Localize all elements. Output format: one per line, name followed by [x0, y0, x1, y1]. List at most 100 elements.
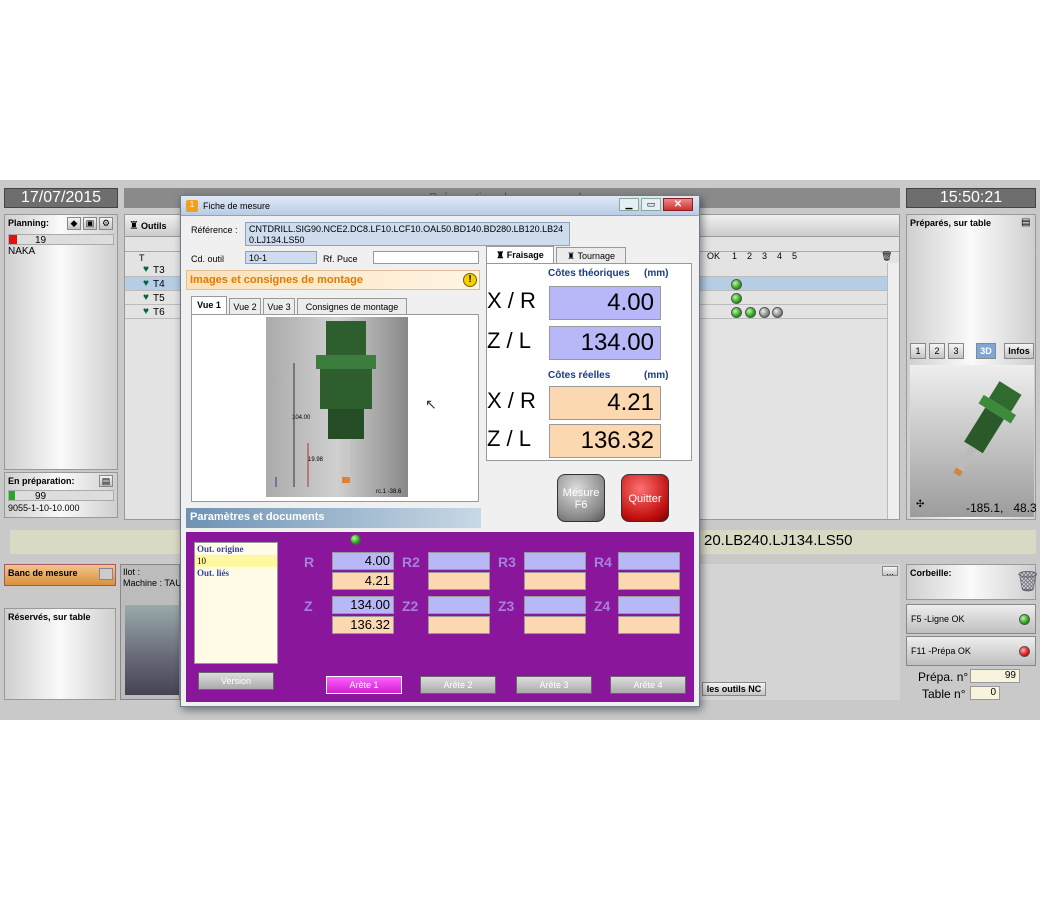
z-theo-value[interactable]: 134.00 — [332, 596, 394, 614]
dialog-title: Fiche de mesure — [203, 201, 271, 211]
tab-arete-1[interactable]: Arête 1 — [326, 676, 402, 694]
z4-theo-value[interactable] — [618, 596, 680, 614]
minimize-button[interactable]: ▁ — [619, 198, 639, 211]
cd-outil-field[interactable]: 10-1 — [245, 251, 317, 264]
view-2-button[interactable]: 2 — [929, 343, 945, 359]
r4-label: R4 — [594, 554, 612, 570]
dialog-titlebar[interactable]: 1 Fiche de mesure ▁ ▭ ✕ — [181, 196, 699, 216]
outils-nc-button[interactable]: les outils NC — [702, 682, 766, 696]
trash-bin-icon[interactable]: 🗑 — [1015, 569, 1040, 594]
status-red-dot — [1019, 646, 1030, 657]
view-buttons: 1 2 3 3D Infos — [910, 343, 1034, 361]
tab-vue-2[interactable]: Vue 2 — [229, 298, 261, 314]
tab-arete-4[interactable]: Arête 4 — [610, 676, 686, 694]
list-item[interactable]: Out. origine — [195, 543, 277, 555]
status-red-icon — [9, 235, 17, 244]
close-button[interactable]: ✕ — [663, 198, 693, 211]
col-1: 1 — [732, 251, 738, 261]
prepa-label: Prépa. n° — [918, 670, 969, 684]
z3-theo-value[interactable] — [524, 596, 586, 614]
tab-arete-3[interactable]: Arête 3 — [516, 676, 592, 694]
rf-puce-field[interactable] — [373, 251, 479, 264]
banc-de-mesure-tab[interactable]: Banc de mesure — [4, 564, 116, 586]
quitter-button[interactable]: Quitter — [621, 474, 669, 522]
prepa-value: 99 — [970, 669, 1020, 683]
r4-reel-value[interactable] — [618, 572, 680, 590]
more-button[interactable]: ... — [882, 566, 898, 577]
r2-theo-value[interactable] — [428, 552, 490, 570]
list-item[interactable]: 10 — [195, 555, 277, 567]
r2-reel-value[interactable] — [428, 572, 490, 590]
planning-print-icon[interactable]: ▣ — [83, 217, 97, 230]
corner-label: rc.1 -38.6 — [376, 489, 402, 495]
app-icon: 1 — [186, 200, 198, 212]
view-1-button[interactable]: 1 — [910, 343, 926, 359]
tournage-icon: ♜ — [567, 251, 576, 261]
reel-header: Côtes réelles — [548, 370, 611, 381]
reel-zl-value[interactable]: 136.32 — [549, 424, 661, 458]
list-item[interactable]: Out. liés — [195, 567, 277, 579]
mouse-cursor-icon: ↖ — [425, 396, 437, 412]
en-prep-item[interactable]: 99 — [8, 490, 114, 502]
planning-item[interactable]: 19 — [8, 234, 114, 246]
mesure-f6-button[interactable]: Mesure F6 — [557, 474, 605, 522]
warning-icon[interactable]: ! — [463, 273, 477, 287]
print-icon[interactable]: ▤ — [1021, 217, 1030, 228]
z-reel-value[interactable]: 136.32 — [332, 616, 394, 634]
axis-icon: ✣ — [916, 499, 925, 510]
f5-ligne-ok-button[interactable]: F5 -Ligne OK — [906, 604, 1036, 634]
en-preparation-panel: En préparation: ▤ 99 9055-1-10-10.000 — [4, 472, 118, 518]
reference-field[interactable]: CNTDRILL.SIG90.NCE2.DC8.LF10.LCF10.OAL50… — [245, 222, 570, 246]
view-3-button[interactable]: 3 — [948, 343, 964, 359]
version-button[interactable]: Version — [198, 672, 274, 690]
z2-reel-value[interactable] — [428, 616, 490, 634]
banc-dropdown[interactable] — [99, 568, 113, 580]
reel-xr-label: X / R — [487, 388, 536, 413]
r-reel-value[interactable]: 4.21 — [332, 572, 394, 590]
z4-reel-value[interactable] — [618, 616, 680, 634]
tab-arete-2[interactable]: Arête 2 — [420, 676, 496, 694]
f11-prepa-ok-button[interactable]: F11 -Prépa OK — [906, 636, 1036, 666]
machine-panel: Ilot : Machine : TAU — [120, 564, 182, 700]
trash-icon[interactable]: 🗑 — [881, 251, 892, 262]
tool-icon: ♥ — [143, 292, 149, 303]
planning-settings-icon[interactable]: ⚙ — [99, 217, 113, 230]
status-green-dot — [731, 307, 742, 318]
tab-tournage[interactable]: ♜ Tournage — [556, 247, 626, 263]
tab-fraisage[interactable]: ♜ Fraisage — [486, 246, 554, 263]
z3-reel-value[interactable] — [524, 616, 586, 634]
status-grey-dot — [772, 307, 784, 318]
tool-3d-image — [953, 381, 1022, 477]
prepares-panel: Préparés, sur table ▤ 1 2 3 3D Infos -18… — [906, 214, 1037, 520]
tab-consignes-montage[interactable]: Consignes de montage — [297, 298, 407, 314]
col-2: 2 — [747, 251, 753, 261]
theo-xr-value[interactable]: 4.00 — [549, 286, 661, 320]
status-green-dot — [1019, 614, 1030, 625]
theo-zl-value[interactable]: 134.00 — [549, 326, 661, 360]
r-theo-value[interactable]: 4.00 — [332, 552, 394, 570]
tab-vue-3[interactable]: Vue 3 — [263, 298, 295, 314]
r3-reel-value[interactable] — [524, 572, 586, 590]
z2-theo-value[interactable] — [428, 596, 490, 614]
r2-label: R2 — [402, 554, 420, 570]
view-3d-button[interactable]: 3D — [976, 343, 996, 359]
outils-list[interactable]: Out. origine 10 Out. liés — [194, 542, 278, 664]
status-green-dot — [744, 307, 756, 318]
reel-xr-value[interactable]: 4.21 — [549, 386, 661, 420]
theo-unit: (mm) — [644, 268, 669, 279]
en-prep-print-icon[interactable]: ▤ — [99, 475, 113, 487]
tools-scrollbar[interactable] — [887, 263, 899, 519]
tab-vue-1[interactable]: Vue 1 — [191, 296, 227, 314]
r3-theo-value[interactable] — [524, 552, 586, 570]
planning-label: Planning: — [8, 218, 49, 228]
infos-button[interactable]: Infos — [1004, 343, 1034, 359]
theo-zl-label: Z / L — [487, 328, 532, 353]
r3-label: R3 — [498, 554, 516, 570]
planning-name: NAKA — [8, 246, 36, 257]
tool-icon: ♥ — [143, 264, 149, 275]
planning-go-icon[interactable]: ◆ — [67, 217, 81, 230]
theo-xr-label: X / R — [487, 288, 536, 313]
maximize-button[interactable]: ▭ — [641, 198, 661, 211]
f5-label: F5 -Ligne OK — [911, 614, 965, 624]
r4-theo-value[interactable] — [618, 552, 680, 570]
